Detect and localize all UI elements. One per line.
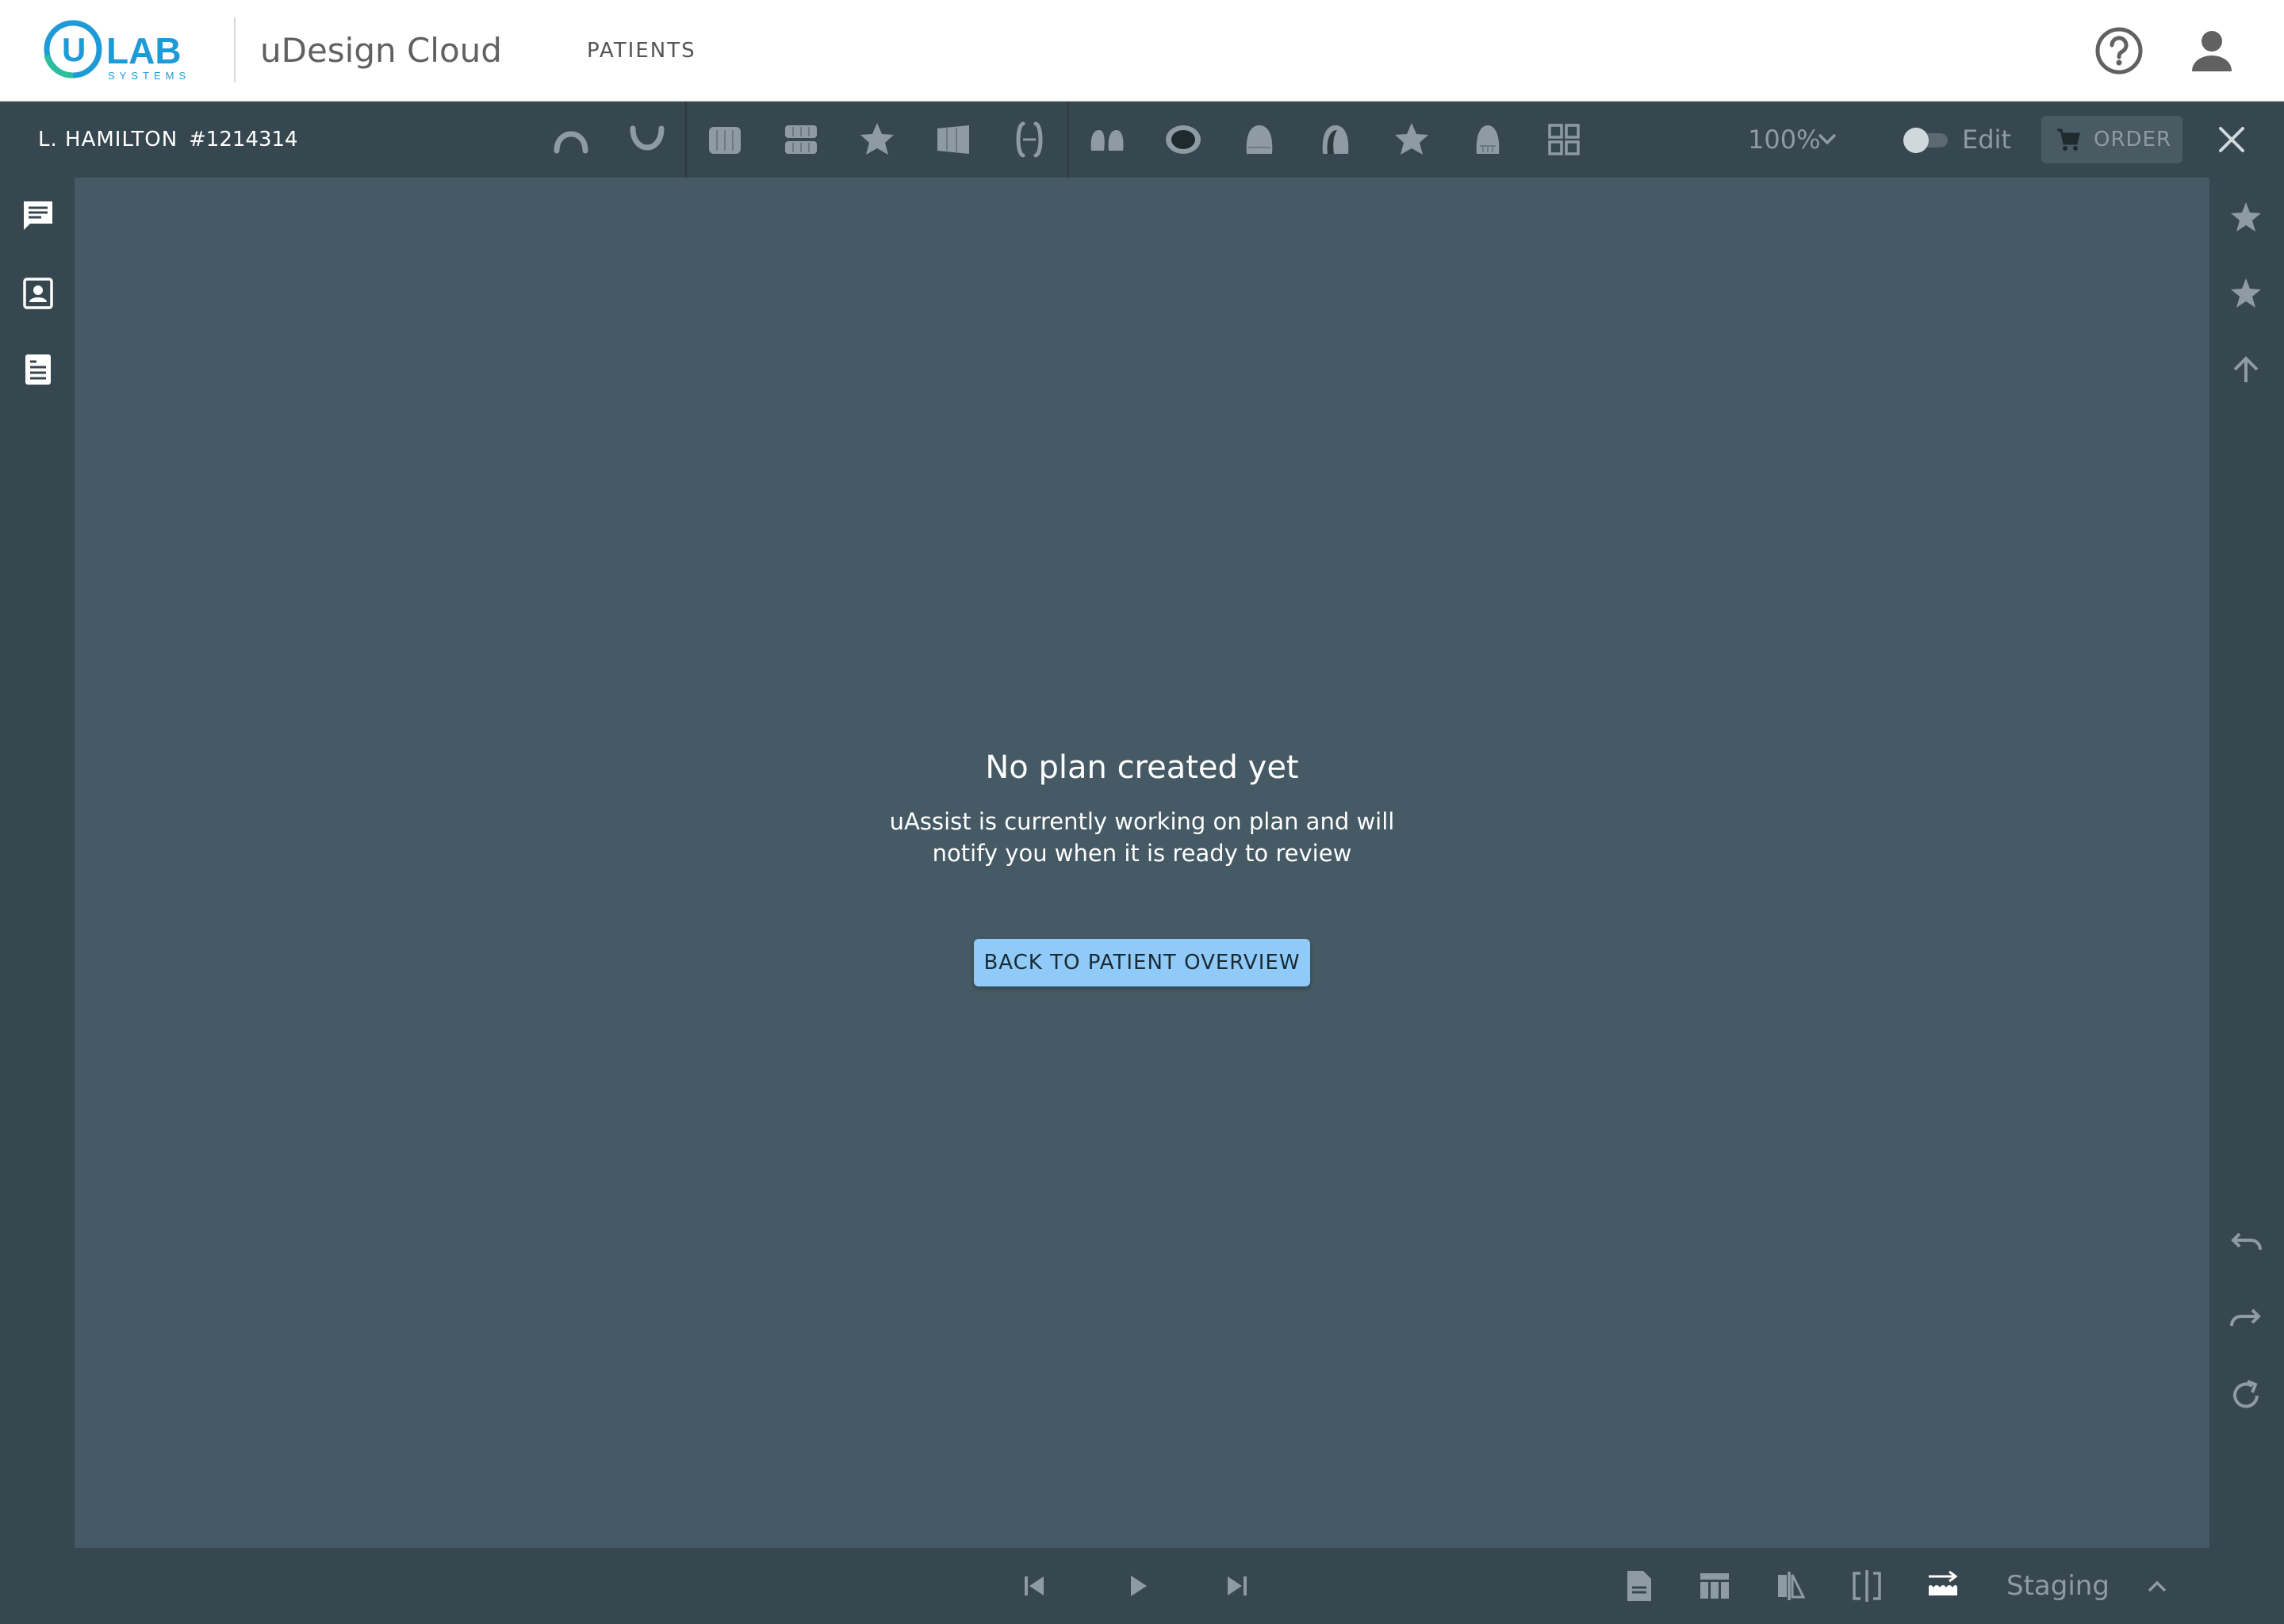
patient-name: L. HAMILTON xyxy=(38,128,178,151)
empty-state-message-line: notify you when it is ready to review xyxy=(932,840,1352,867)
toggle-knob xyxy=(1903,128,1929,153)
cart-icon xyxy=(2057,128,2080,151)
toolbar-divider xyxy=(1067,102,1069,178)
order-button-label: ORDER xyxy=(2094,128,2172,151)
play-icon[interactable] xyxy=(1120,1568,1155,1603)
records-icon[interactable] xyxy=(21,352,56,387)
empty-state-message: uAssist is currently working on plan and… xyxy=(75,806,2209,869)
close-icon[interactable] xyxy=(2216,124,2248,155)
favorite-star-icon-2[interactable] xyxy=(1391,119,1432,160)
refresh-icon[interactable] xyxy=(2228,1378,2263,1413)
brand-title: uDesign Cloud xyxy=(260,31,502,70)
playback-bar: Staging xyxy=(75,1548,2209,1624)
undo-icon[interactable] xyxy=(2228,1226,2263,1261)
teeth-front-icon[interactable] xyxy=(704,119,745,160)
treatment-canvas: No plan created yet uAssist is currently… xyxy=(75,178,2209,1548)
skip-previous-icon[interactable] xyxy=(1017,1568,1052,1603)
tooth-dark-icon[interactable] xyxy=(1163,119,1204,160)
account-icon[interactable] xyxy=(2187,27,2236,76)
nav-patients-link[interactable]: PATIENTS xyxy=(587,36,696,65)
toolbar-divider xyxy=(685,102,687,178)
logo-divider xyxy=(234,17,236,82)
empty-state-message-line: uAssist is currently working on plan and… xyxy=(889,808,1395,835)
star-icon[interactable] xyxy=(2228,200,2263,235)
redo-icon[interactable] xyxy=(2228,1302,2263,1337)
tooth-crown-icon[interactable] xyxy=(1239,119,1280,160)
skip-next-icon[interactable] xyxy=(1220,1568,1255,1603)
favorite-star-icon[interactable] xyxy=(856,119,898,160)
svg-text:LAB: LAB xyxy=(106,30,182,71)
chevron-down-icon[interactable] xyxy=(1816,130,1838,149)
staging-teeth-icon[interactable] xyxy=(1926,1568,1960,1603)
edit-label: Edit xyxy=(1962,124,2011,155)
patient-id: #1214314 xyxy=(189,128,298,151)
empty-state-title: No plan created yet xyxy=(985,749,1299,786)
right-sidebar xyxy=(2209,178,2284,1624)
lower-arch-icon[interactable] xyxy=(627,119,668,160)
tooth-pair-icon[interactable] xyxy=(1086,119,1128,160)
staging-toggle[interactable]: Staging xyxy=(2006,1568,2110,1603)
app-bar: U LAB SYSTEMS uDesign Cloud PATIENTS xyxy=(0,0,2284,102)
svg-text:SYSTEMS: SYSTEMS xyxy=(108,70,190,82)
tooth-occlusal-icon[interactable] xyxy=(1467,119,1508,160)
star-icon-2[interactable] xyxy=(2228,276,2263,311)
upper-arch-icon[interactable] xyxy=(550,119,592,160)
chevron-up-icon[interactable] xyxy=(2146,1576,2168,1595)
table-layout-icon[interactable] xyxy=(1697,1568,1732,1603)
teeth-side-icon[interactable] xyxy=(933,119,974,160)
teeth-split-icon[interactable] xyxy=(1009,119,1050,160)
svg-text:U: U xyxy=(62,31,86,68)
report-icon[interactable] xyxy=(1621,1568,1656,1603)
chat-icon[interactable] xyxy=(21,198,56,233)
edit-toggle[interactable] xyxy=(1903,127,1951,153)
compare-icon[interactable] xyxy=(1773,1568,1808,1603)
order-button[interactable]: ORDER xyxy=(2041,116,2182,163)
ulab-logo[interactable]: U LAB SYSTEMS xyxy=(43,19,209,82)
arrow-up-icon[interactable] xyxy=(2228,352,2263,387)
tooth-shaded-icon[interactable] xyxy=(1315,119,1356,160)
case-toolbar: L. HAMILTON #1214314 100% Edit ORDER xyxy=(0,102,2284,178)
help-icon[interactable] xyxy=(2094,25,2144,76)
back-to-patient-overview-button[interactable]: BACK TO PATIENT OVERVIEW xyxy=(974,939,1310,986)
grid-view-icon[interactable] xyxy=(1543,119,1585,160)
split-view-icon[interactable] xyxy=(1849,1568,1884,1603)
teeth-both-icon[interactable] xyxy=(780,119,822,160)
zoom-level-select[interactable]: 100% xyxy=(1748,122,1820,157)
left-sidebar xyxy=(0,178,75,1624)
patient-card-icon[interactable] xyxy=(21,276,56,311)
